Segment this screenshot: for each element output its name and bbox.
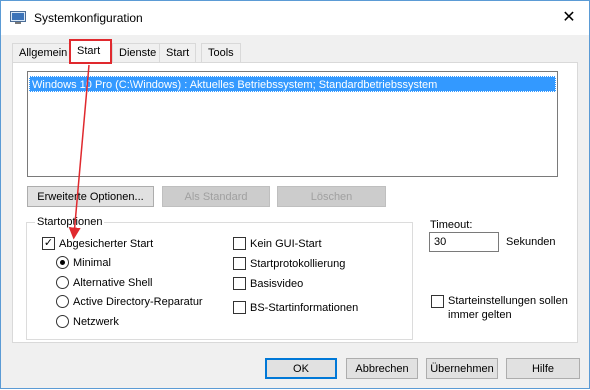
os-list[interactable]: Windows 10 Pro (C:\Windows) : Aktuelles … (27, 71, 558, 177)
checkbox-icon (233, 257, 246, 270)
tab-tools[interactable]: Tools (201, 43, 241, 63)
ad-repair-label: Active Directory-Reparatur (73, 295, 203, 308)
radio-selected-icon (56, 256, 69, 269)
tab-services[interactable]: Dienste (112, 43, 164, 63)
os-list-item[interactable]: Windows 10 Pro (C:\Windows) : Aktuelles … (29, 76, 556, 92)
timeout-input[interactable] (429, 232, 499, 252)
no-gui-checkbox[interactable]: Kein GUI-Start (233, 237, 322, 250)
check-icon: ✓ (42, 237, 55, 250)
no-gui-label: Kein GUI-Start (250, 237, 322, 250)
persist-settings-checkbox[interactable]: Starteinstellungen sollen immer gelten (431, 294, 568, 322)
alternate-shell-radio[interactable]: Alternative Shell (56, 276, 153, 289)
tab-boot[interactable]: Start (69, 39, 112, 64)
tab-startup[interactable]: Start (159, 43, 197, 63)
base-video-checkbox[interactable]: Basisvideo (233, 277, 303, 290)
radio-icon (56, 315, 69, 328)
minimal-label: Minimal (73, 256, 111, 269)
minimal-radio[interactable]: Minimal (56, 256, 111, 269)
apply-button[interactable]: Übernehmen (426, 358, 498, 379)
close-button[interactable]: ✕ (555, 5, 583, 29)
window-title: Systemkonfiguration (34, 11, 143, 25)
network-radio[interactable]: Netzwerk (56, 315, 119, 328)
persist-settings-label: Starteinstellungen sollen immer gelten (448, 295, 568, 321)
base-video-label: Basisvideo (250, 277, 304, 290)
checkbox-icon (431, 295, 444, 308)
boot-log-label: Startprotokollierung (250, 257, 346, 270)
close-icon: ✕ (562, 9, 576, 26)
help-button[interactable]: Hilfe (506, 358, 580, 379)
checkbox-icon (233, 237, 246, 250)
tab-general[interactable]: Allgemein (12, 43, 75, 63)
timeout-unit-label: Sekunden (506, 236, 556, 248)
radio-icon (56, 276, 69, 289)
alternate-shell-label: Alternative Shell (73, 276, 153, 289)
title-bar[interactable]: Systemkonfiguration ✕ (1, 1, 589, 35)
timeout-label: Timeout: (430, 219, 473, 231)
msconfig-icon (10, 11, 26, 24)
checkbox-icon (233, 301, 246, 314)
safe-boot-label: Abgesicherter Start (59, 237, 154, 250)
checkbox-icon (233, 277, 246, 290)
safe-boot-checkbox[interactable]: ✓ Abgesicherter Start (42, 237, 153, 250)
advanced-options-button[interactable]: Erweiterte Optionen... (27, 186, 154, 207)
cancel-button[interactable]: Abbrechen (346, 358, 418, 379)
delete-button[interactable]: Löschen (277, 186, 386, 207)
radio-icon (56, 295, 69, 308)
ok-button[interactable]: OK (265, 358, 337, 379)
ad-repair-radio[interactable]: Active Directory-Reparatur (56, 295, 203, 308)
system-config-window: Systemkonfiguration ✕ Allgemein Start Di… (0, 0, 590, 389)
os-boot-info-label: BS-Startinformationen (250, 301, 359, 314)
os-boot-info-checkbox[interactable]: BS-Startinformationen (233, 301, 358, 314)
set-default-button[interactable]: Als Standard (162, 186, 270, 207)
start-options-label: Startoptionen (35, 216, 105, 228)
boot-log-checkbox[interactable]: Startprotokollierung (233, 257, 345, 270)
network-label: Netzwerk (73, 315, 119, 328)
